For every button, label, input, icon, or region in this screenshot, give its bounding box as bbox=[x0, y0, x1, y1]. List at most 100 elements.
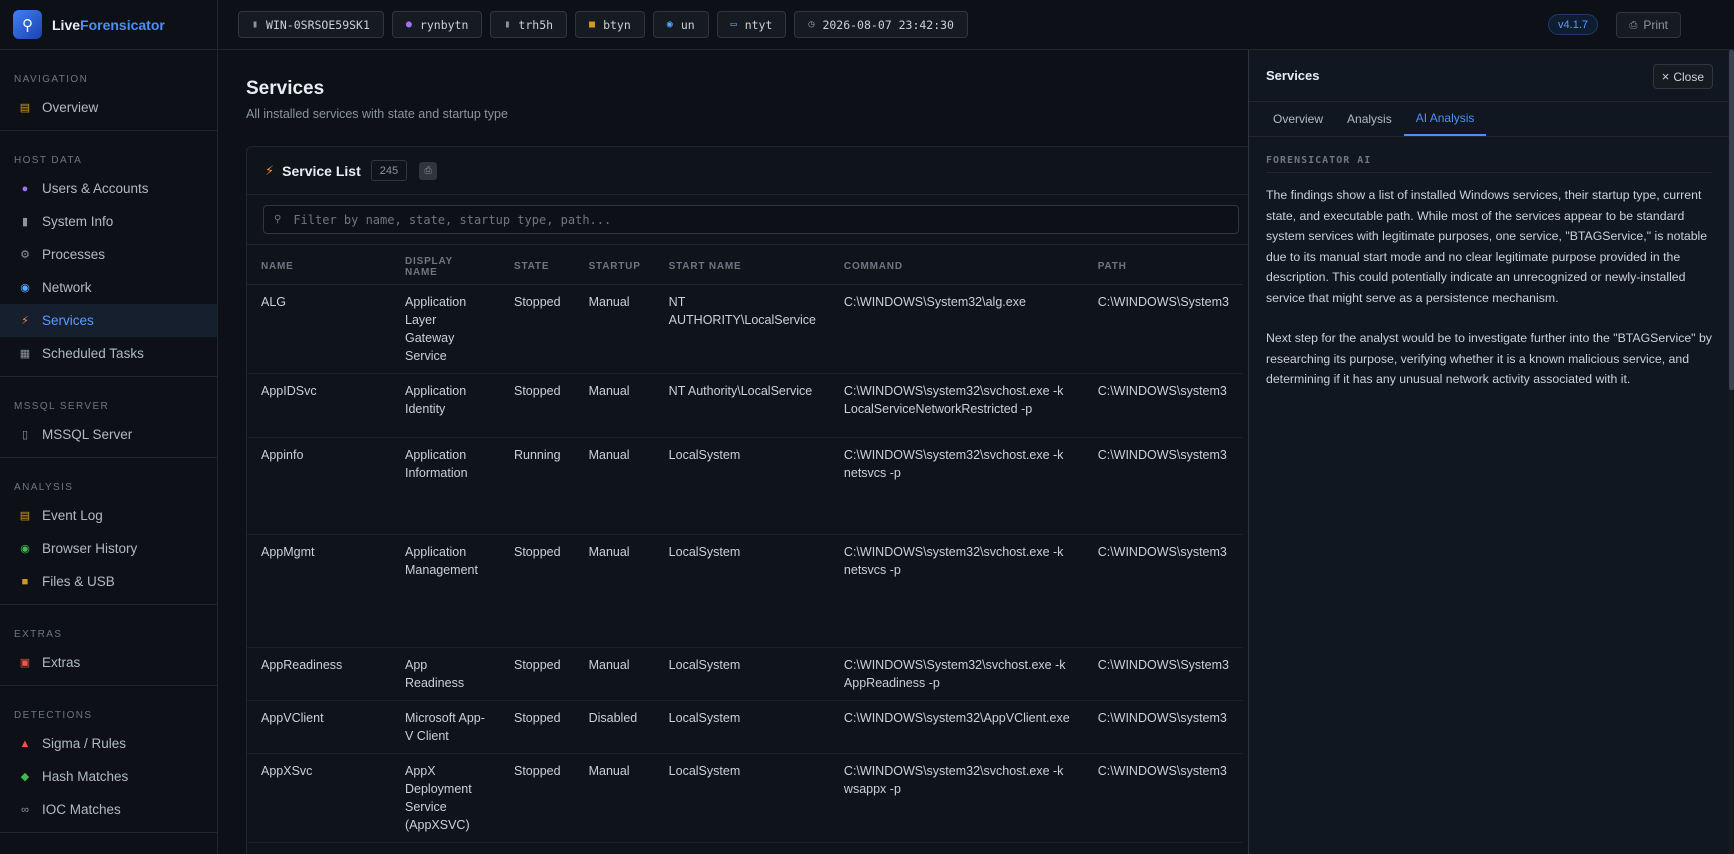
database-icon: ▯ bbox=[21, 429, 29, 441]
sidebar-item-browser-history[interactable]: ◉ Browser History bbox=[0, 532, 217, 565]
sidebar-item-hash-matches[interactable]: ◆ Hash Matches bbox=[0, 760, 217, 793]
host-chip-text: 2026-08-07 23:42:30 bbox=[822, 17, 954, 32]
nav-section-title: DETECTIONS bbox=[14, 710, 93, 721]
link-icon: ∞ bbox=[21, 803, 29, 816]
table-row[interactable]: AppVClient Microsoft App-V Client Stopped D… bbox=[247, 700, 1243, 754]
cell-state: Stopped bbox=[500, 373, 575, 438]
cell-name: AppXSvc bbox=[247, 753, 391, 843]
tab-analysis[interactable]: Analysis bbox=[1335, 102, 1404, 136]
sidebar-item-files-usb[interactable]: ■ Files & USB bbox=[0, 565, 217, 598]
cell-display: Application Identity bbox=[391, 373, 500, 438]
sidebar-item-label: Users & Accounts bbox=[42, 181, 149, 196]
nav-section-title: EXTRAS bbox=[14, 629, 63, 640]
sidebar-item-label: Processes bbox=[42, 247, 106, 262]
device-icon: ▮ bbox=[252, 19, 259, 30]
service-list-card: ⚡︎ Service List 245 ⎙ ⚲ NAMEDISPLAY NAME… bbox=[246, 146, 1248, 854]
nav-section: MSSQL SERVER ▯ MSSQL Server bbox=[0, 377, 217, 458]
sidebar-item-system-info[interactable]: ▮ System Info bbox=[0, 205, 217, 238]
tab-ai-analysis[interactable]: AI Analysis bbox=[1403, 102, 1487, 136]
sidebar-nav: NAVIGATION ▤ Overview HOST DATA ● Users &… bbox=[0, 50, 217, 833]
sidebar-item-network[interactable]: ◉ Network bbox=[0, 271, 217, 304]
cell-command: C:\WINDOWS\System32\svchost.exe -k AppRe… bbox=[829, 647, 1084, 701]
column-header[interactable]: COMMAND bbox=[829, 250, 1084, 285]
sidebar-item-mssql-server[interactable]: ▯ MSSQL Server bbox=[0, 418, 217, 451]
cell-state: Stopped bbox=[500, 753, 575, 843]
sidebar-item-scheduled-tasks[interactable]: ▦ Scheduled Tasks bbox=[0, 337, 217, 370]
host-chip: ▮ WIN-0SRSOE59SK1 bbox=[238, 11, 384, 38]
globe-icon: ◉ bbox=[666, 19, 673, 30]
toolbox-icon: ▣ bbox=[19, 657, 31, 669]
sidebar-item-ioc-matches[interactable]: ∞ IOC Matches bbox=[0, 793, 217, 826]
table-row[interactable]: ALG Application Layer Gateway Service Stop… bbox=[247, 284, 1243, 374]
column-header[interactable]: DISPLAY NAME bbox=[391, 250, 500, 285]
cell-name: AppMgmt bbox=[247, 534, 391, 648]
sidebar-item-services[interactable]: ⚡︎ Services bbox=[0, 304, 217, 337]
hash-icon: ◆ bbox=[20, 771, 30, 783]
table-row[interactable]: AppIDSvc Application Identity Stopped Manua… bbox=[247, 373, 1243, 438]
host-chip-text: WIN-0SRSOE59SK1 bbox=[266, 17, 370, 32]
detail-panel: Services × Close Overview Analysis AI Analy… bbox=[1248, 50, 1729, 854]
nav-section-title: NAVIGATION bbox=[14, 74, 89, 85]
column-header[interactable]: PATH bbox=[1083, 250, 1243, 285]
column-header[interactable]: STARTUP bbox=[574, 250, 655, 285]
cell-path: C:\WINDOWS\system3 bbox=[1083, 373, 1243, 438]
bolt-icon: ⚡︎ bbox=[265, 162, 275, 178]
nav-section: HOST DATA ● Users & Accounts ▮ System In… bbox=[0, 131, 217, 377]
brand[interactable]: ⚲ LiveForensicator bbox=[0, 0, 217, 50]
sidebar-item-extras[interactable]: ▣ Extras bbox=[0, 646, 217, 679]
column-header[interactable]: NAME bbox=[247, 250, 391, 285]
sidebar-item-event-log[interactable]: ▤ Event Log bbox=[0, 499, 217, 532]
print-label: Print bbox=[1643, 18, 1668, 32]
sidebar-item-label: Extras bbox=[42, 655, 81, 670]
cell-state: Stopped bbox=[500, 647, 575, 701]
scrollbar-thumb[interactable] bbox=[1729, 50, 1734, 390]
cell-command: C:\WINDOWS\system32\svchost.exe -k wsapp… bbox=[829, 753, 1084, 843]
cell-display: App Readiness bbox=[391, 647, 500, 701]
sidebar-item-overview[interactable]: ▤ Overview bbox=[0, 91, 217, 124]
cell-startup: Manual bbox=[574, 373, 655, 438]
sidebar-item-label: Hash Matches bbox=[42, 769, 129, 784]
cell-path: C:\WINDOWS\System3 bbox=[1083, 647, 1243, 701]
export-icon[interactable]: ⎙ bbox=[419, 161, 438, 180]
close-button[interactable]: × Close bbox=[1652, 64, 1713, 89]
column-header[interactable]: STATE bbox=[500, 250, 575, 285]
table-row[interactable]: AppReadiness App Readiness Stopped Manual Lo… bbox=[247, 647, 1243, 701]
services-table: NAME DISPLAY NAME STATE STARTUP START NAME CO… bbox=[247, 250, 1243, 843]
sidebar-item-label: Files & USB bbox=[42, 574, 115, 589]
host-chip: ◷ 2026-08-07 23:42:30 bbox=[794, 11, 968, 38]
tab-overview[interactable]: Overview bbox=[1261, 102, 1335, 136]
nav-section-title: MSSQL SERVER bbox=[14, 401, 110, 412]
cell-name: AppIDSvc bbox=[247, 373, 391, 438]
folder-icon: ■ bbox=[589, 19, 596, 30]
table-row[interactable]: AppXSvc AppX Deployment Service (AppXSVC)… bbox=[247, 753, 1243, 843]
table-row[interactable]: Appinfo Application Information Running Man… bbox=[247, 437, 1243, 535]
filter-wrap: ⚲ bbox=[247, 195, 1248, 245]
user-icon: ● bbox=[21, 182, 29, 195]
sidebar-item-sigma-rules[interactable]: ▲ Sigma / Rules bbox=[0, 727, 217, 760]
sidebar-item-users-accounts[interactable]: ● Users & Accounts bbox=[0, 172, 217, 205]
cell-name: AppVClient bbox=[247, 700, 391, 754]
cell-startup: Disabled bbox=[574, 700, 655, 754]
nav-section: NAVIGATION ▤ Overview bbox=[0, 50, 217, 131]
table-header-row: NAME DISPLAY NAME STATE STARTUP START NAME CO… bbox=[247, 250, 1243, 285]
sidebar-item-label: IOC Matches bbox=[42, 802, 121, 817]
filter-input[interactable] bbox=[293, 212, 1194, 227]
cell-start-name: LocalSystem bbox=[654, 437, 830, 535]
ai-analysis-text: The findings show a list of installed Wi… bbox=[1249, 173, 1729, 390]
cell-state: Stopped bbox=[500, 700, 575, 754]
cell-startup: Manual bbox=[574, 437, 655, 535]
cell-command: C:\WINDOWS\system32\AppVClient.exe bbox=[829, 700, 1084, 754]
sidebar-item-processes[interactable]: ⚙︎ Processes bbox=[0, 238, 217, 271]
print-button[interactable]: ⎙ Print bbox=[1616, 12, 1681, 38]
count-badge: 245 bbox=[370, 160, 408, 181]
cell-start-name: LocalSystem bbox=[654, 700, 830, 754]
cell-display: Application Management bbox=[391, 534, 500, 648]
cell-state: Running bbox=[500, 437, 575, 535]
close-label: Close bbox=[1673, 69, 1704, 84]
folder-icon: ■ bbox=[21, 575, 29, 588]
host-chip: ■ btyn bbox=[575, 11, 645, 38]
column-header[interactable]: START NAME bbox=[654, 250, 830, 285]
ai-paragraph: Next step for the analyst would be to in… bbox=[1266, 331, 1712, 386]
ai-paragraph: The findings show a list of installed Wi… bbox=[1266, 188, 1708, 305]
table-row[interactable]: AppMgmt Application Management Stopped Manu… bbox=[247, 534, 1243, 648]
